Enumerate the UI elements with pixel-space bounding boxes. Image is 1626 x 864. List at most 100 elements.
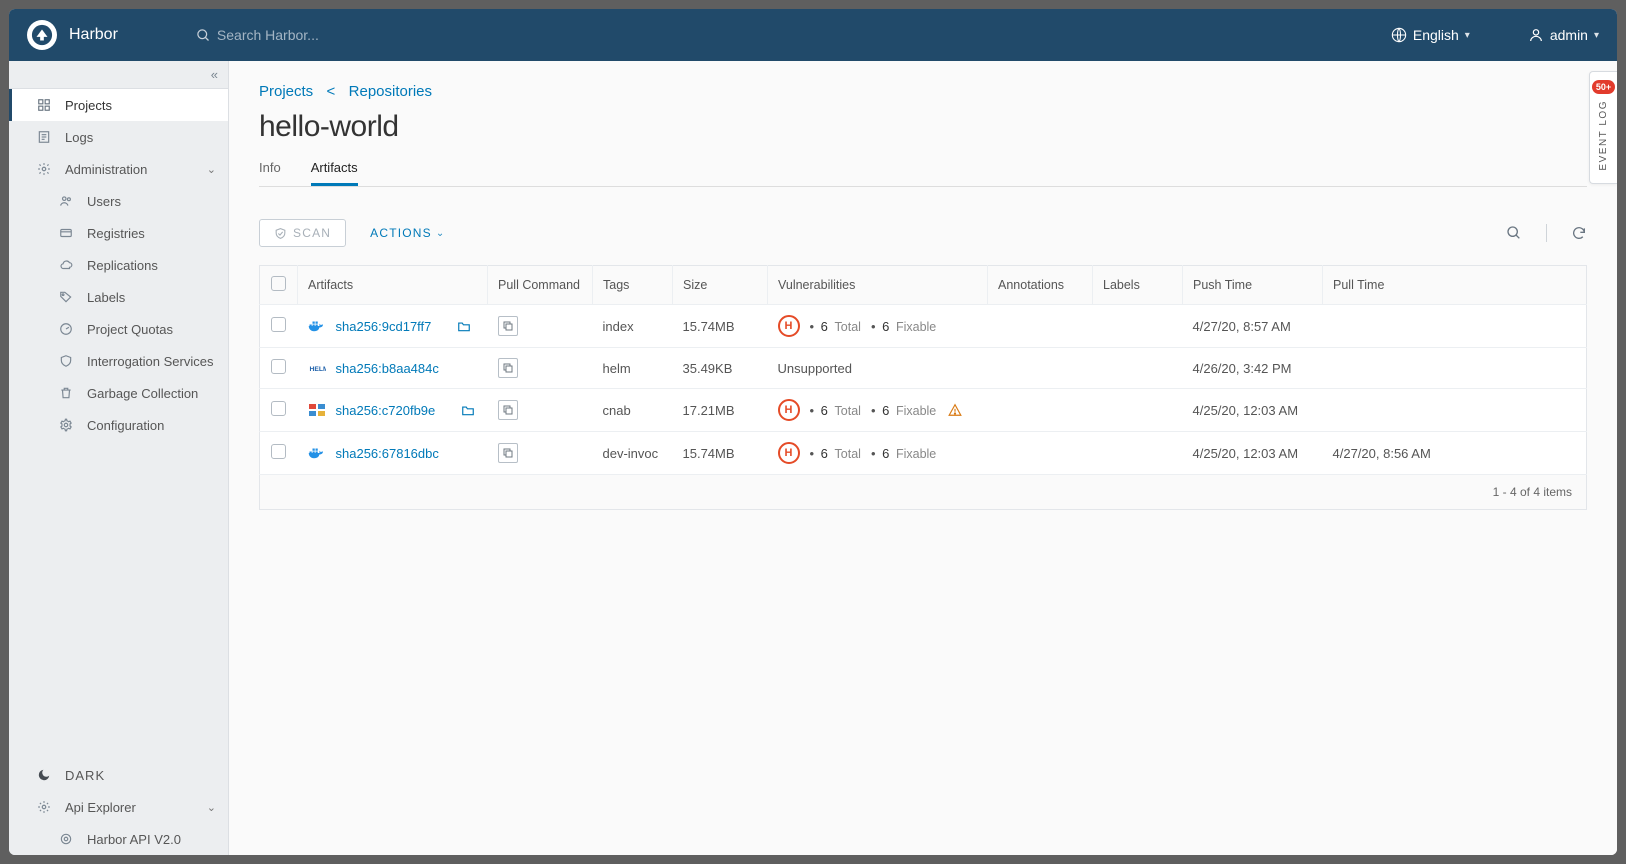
sidebar-item-label: Configuration [87, 418, 164, 433]
username-label: admin [1550, 27, 1588, 43]
tag-icon [59, 290, 77, 304]
sidebar-item-garbage-collection[interactable]: Garbage Collection [9, 377, 228, 409]
sidebar-item-label: Replications [87, 258, 158, 273]
vuln-fixable: • 6 Fixable [871, 403, 936, 418]
col-artifacts[interactable]: Artifacts [298, 266, 488, 305]
sidebar-item-replications[interactable]: Replications [9, 249, 228, 281]
artifact-type-icon [308, 319, 326, 333]
sidebar-item-label: Garbage Collection [87, 386, 198, 401]
chevron-down-icon: ▾ [1465, 30, 1470, 41]
sidebar-item-interrogation[interactable]: Interrogation Services [9, 345, 228, 377]
app-name: Harbor [69, 26, 118, 44]
sidebar-item-logs[interactable]: Logs [9, 121, 228, 153]
folder-icon[interactable] [461, 404, 475, 416]
folder-icon[interactable] [457, 320, 471, 332]
chevron-down-icon: ⌄ [207, 801, 216, 814]
copy-icon[interactable] [498, 316, 518, 336]
divider [1546, 224, 1547, 242]
sidebar-collapse-button[interactable]: « [9, 61, 228, 89]
toolbar: SCAN ACTIONS ⌄ [259, 219, 1587, 247]
dark-label: DARK [65, 768, 105, 783]
artifact-link[interactable]: sha256:9cd17ff7 [336, 319, 432, 334]
severity-badge: H [778, 315, 800, 337]
main-content: Projects < Repositories hello-world Info… [229, 61, 1617, 855]
row-checkbox[interactable] [260, 432, 298, 475]
event-log-tab[interactable]: 50+ EVENT LOG [1589, 71, 1617, 184]
sidebar-item-labels[interactable]: Labels [9, 281, 228, 313]
sidebar-item-configuration[interactable]: Configuration [9, 409, 228, 441]
sidebar-section-api-explorer[interactable]: Api Explorer ⌄ [9, 791, 228, 823]
gear-icon [37, 162, 55, 176]
artifact-type-icon [308, 403, 326, 417]
logs-icon [37, 130, 55, 144]
push-time: 4/27/20, 8:57 AM [1193, 319, 1291, 334]
artifact-link[interactable]: sha256:67816dbc [336, 446, 439, 461]
app-logo[interactable]: Harbor [27, 20, 118, 50]
size-value: 35.49KB [683, 361, 733, 376]
target-icon [59, 832, 77, 846]
severity-badge: H [778, 442, 800, 464]
sidebar-item-label: Labels [87, 290, 125, 305]
col-pull-time[interactable]: Pull Time [1323, 266, 1587, 305]
table-row: sha256:c720fb9e cnab 17.21MB H • 6 Total… [260, 389, 1587, 432]
select-all-header[interactable] [260, 266, 298, 305]
dark-mode-toggle[interactable]: DARK [9, 759, 228, 791]
annotations-cell [988, 348, 1093, 389]
col-size[interactable]: Size [673, 266, 768, 305]
sidebar-item-label: Logs [65, 130, 93, 145]
table-row: sha256:67816dbc dev-invoc 15.74MB H • 6 … [260, 432, 1587, 475]
row-checkbox[interactable] [260, 305, 298, 348]
table-footer: 1 - 4 of 4 items [259, 475, 1587, 510]
sidebar-section-administration[interactable]: Administration ⌄ [9, 153, 228, 185]
sidebar-item-project-quotas[interactable]: Project Quotas [9, 313, 228, 345]
annotations-cell [988, 432, 1093, 475]
refresh-icon[interactable] [1571, 225, 1587, 241]
sidebar-item-harbor-api[interactable]: Harbor API V2.0 [9, 823, 228, 855]
col-annotations[interactable]: Annotations [988, 266, 1093, 305]
tag-value: cnab [603, 403, 631, 418]
actions-dropdown[interactable]: ACTIONS ⌄ [370, 226, 445, 240]
tabs: Info Artifacts [259, 156, 1587, 187]
vuln-total: • 6 Total [810, 446, 861, 461]
sidebar-item-projects[interactable]: Projects [9, 89, 228, 121]
tab-info[interactable]: Info [259, 156, 281, 186]
language-selector[interactable]: English ▾ [1391, 27, 1470, 43]
copy-icon[interactable] [498, 400, 518, 420]
row-checkbox[interactable] [260, 348, 298, 389]
scan-label: SCAN [293, 226, 331, 240]
app-window: Harbor English ▾ admin ▾ « [9, 9, 1617, 855]
page-title: hello-world [259, 110, 1587, 144]
col-tags[interactable]: Tags [593, 266, 673, 305]
annotations-cell [988, 389, 1093, 432]
artifact-link[interactable]: sha256:b8aa484c [336, 361, 439, 376]
col-pull-command[interactable]: Pull Command [488, 266, 593, 305]
breadcrumb-projects[interactable]: Projects [259, 83, 313, 100]
sidebar-item-label: Api Explorer [65, 800, 136, 815]
breadcrumb-repositories[interactable]: Repositories [349, 83, 432, 100]
search-input[interactable] [217, 27, 616, 43]
search-icon[interactable] [1506, 225, 1522, 241]
copy-icon[interactable] [498, 443, 518, 463]
artifact-link[interactable]: sha256:c720fb9e [336, 403, 436, 418]
col-labels[interactable]: Labels [1093, 266, 1183, 305]
col-vulnerabilities[interactable]: Vulnerabilities [768, 266, 988, 305]
col-push-time[interactable]: Push Time [1183, 266, 1323, 305]
harbor-logo-icon [27, 20, 57, 50]
vuln-cell: H • 6 Total • 6 Fixable [778, 315, 978, 337]
copy-icon[interactable] [498, 358, 518, 378]
scan-button[interactable]: SCAN [259, 219, 346, 247]
sidebar-item-users[interactable]: Users [9, 185, 228, 217]
vuln-fixable: • 6 Fixable [871, 319, 936, 334]
table-row: HELM sha256:b8aa484c helm 35.49KB Unsupp… [260, 348, 1587, 389]
user-menu[interactable]: admin ▾ [1528, 27, 1599, 43]
language-label: English [1413, 27, 1459, 43]
vuln-cell: H • 6 Total • 6 Fixable [778, 399, 978, 421]
sidebar-item-registries[interactable]: Registries [9, 217, 228, 249]
chevron-left-double-icon: « [211, 67, 218, 82]
row-checkbox[interactable] [260, 389, 298, 432]
sidebar: « Projects Logs [9, 61, 229, 855]
tab-artifacts[interactable]: Artifacts [311, 156, 358, 186]
size-value: 15.74MB [683, 446, 735, 461]
vuln-total: • 6 Total [810, 319, 861, 334]
size-value: 17.21MB [683, 403, 735, 418]
